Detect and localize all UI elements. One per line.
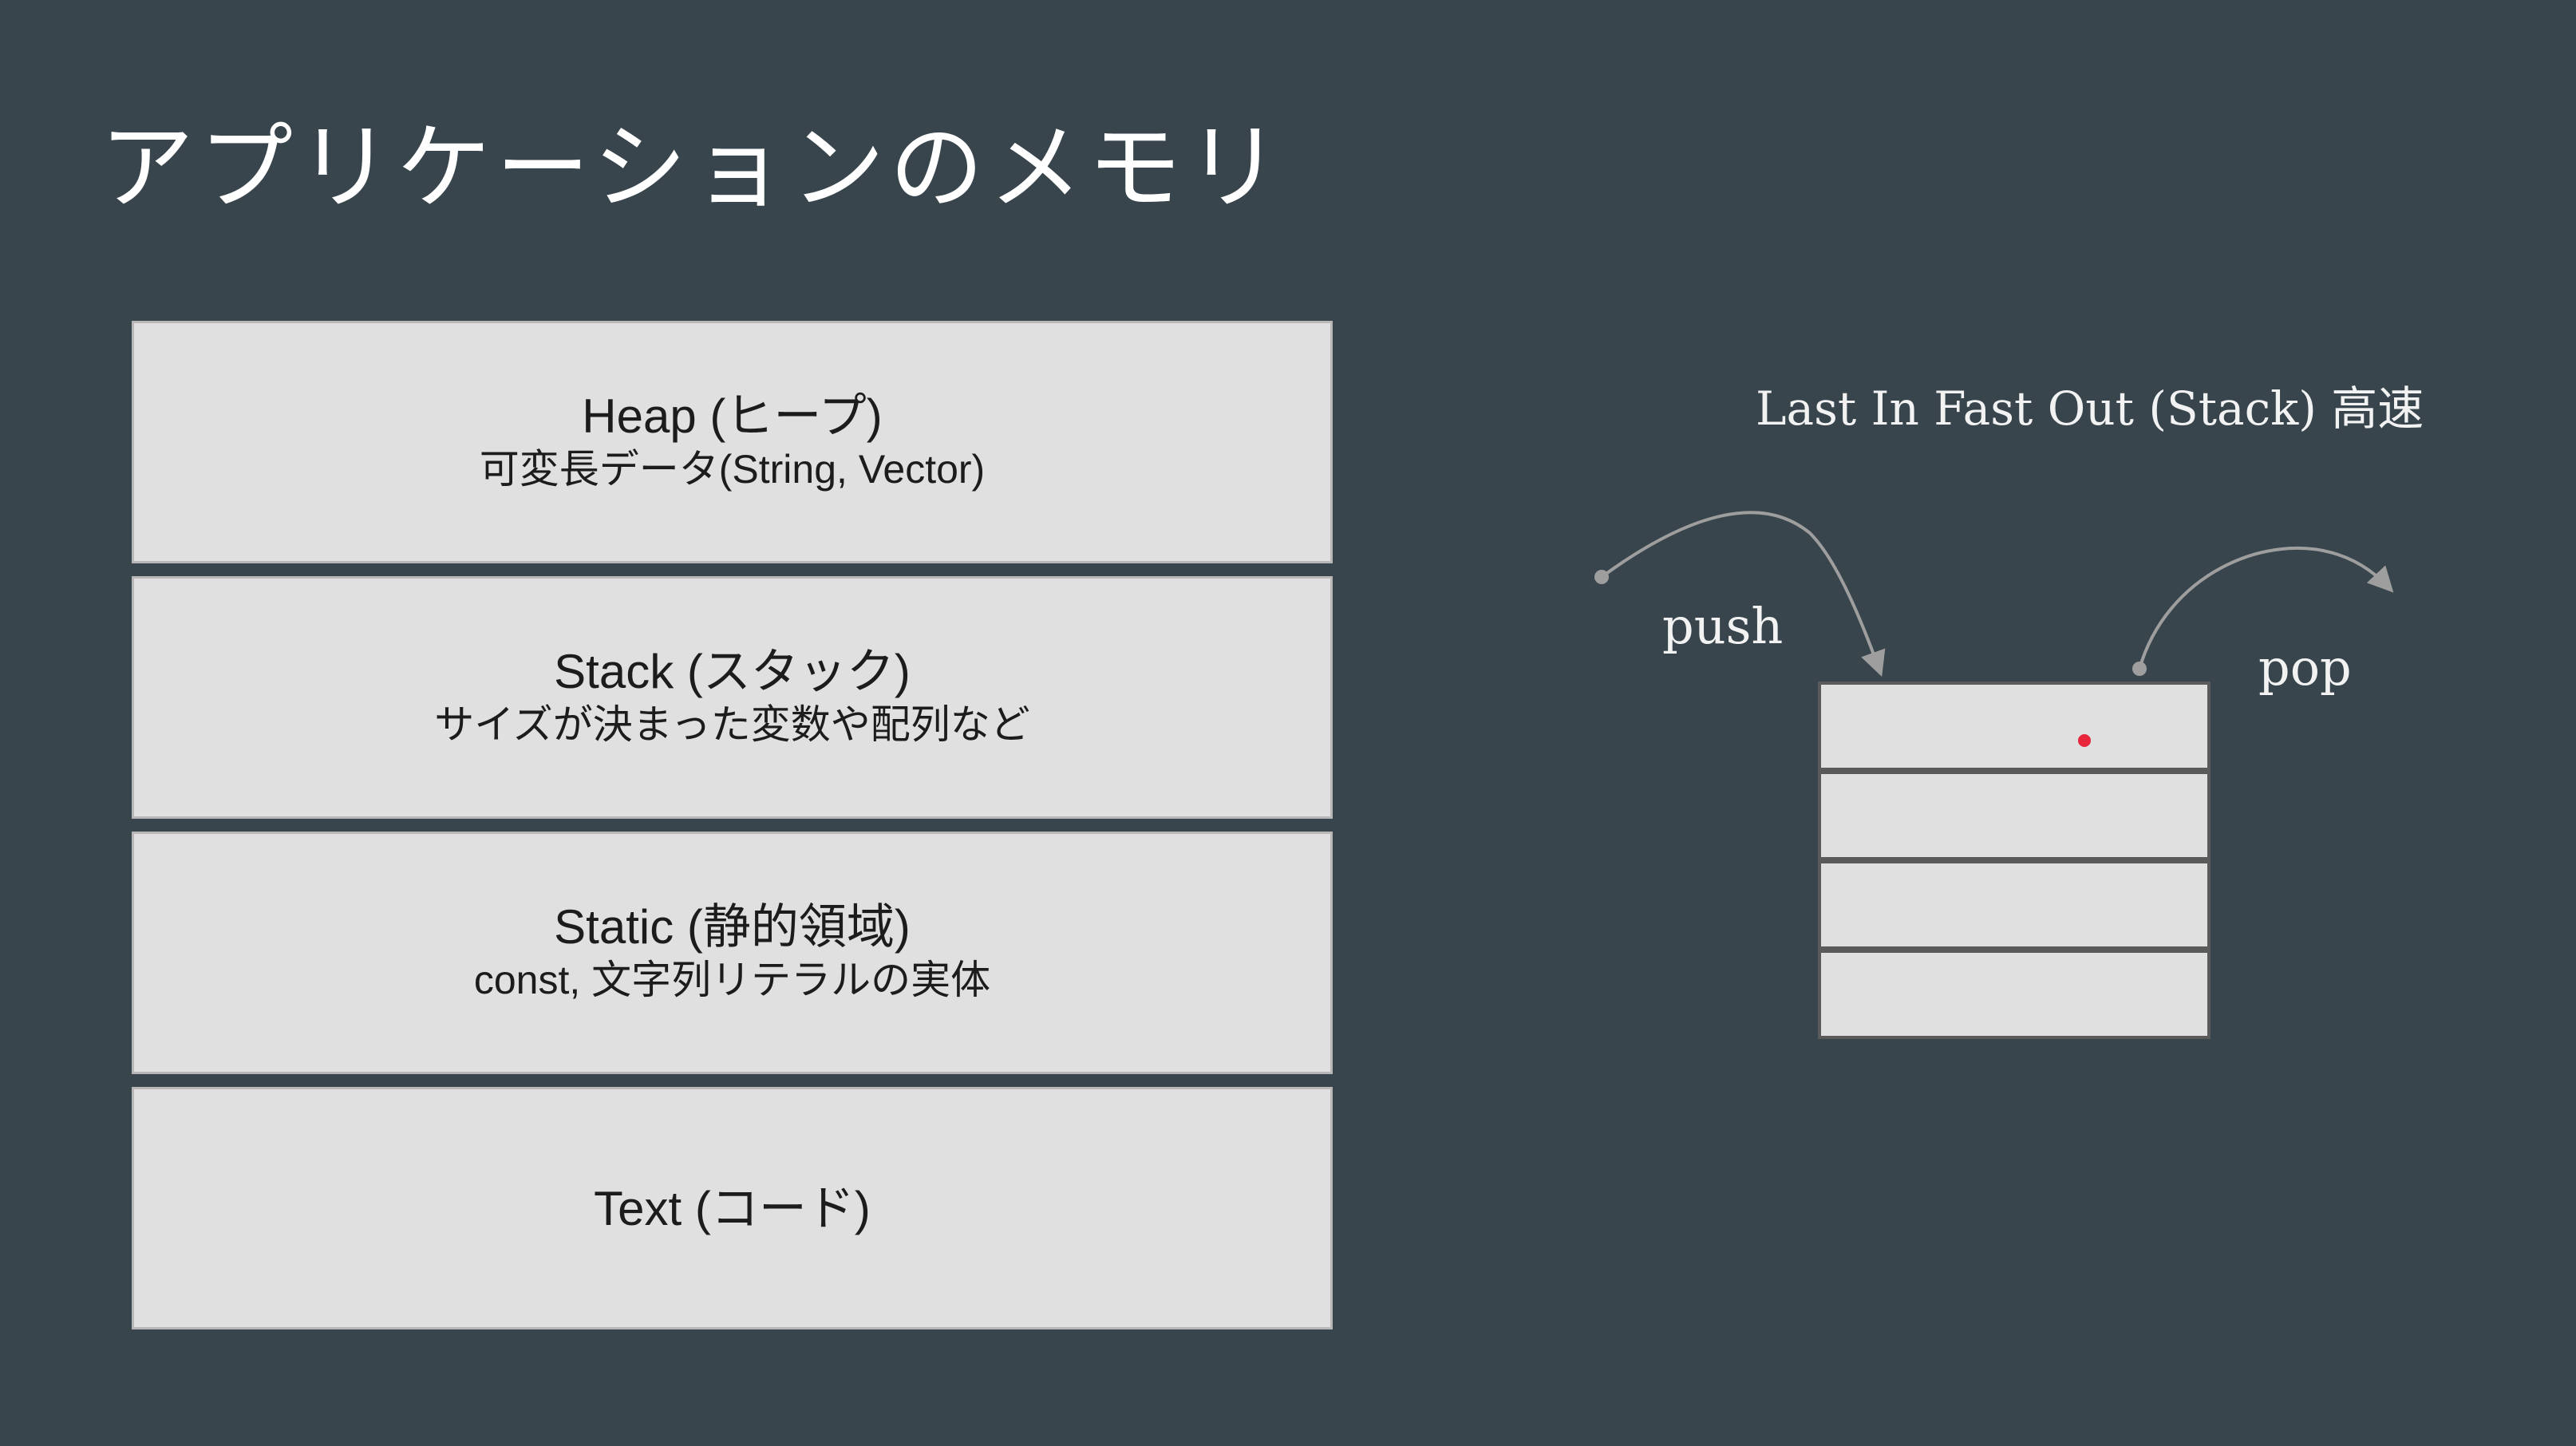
slide: アプリケーションのメモリ Heap (ヒープ) 可変長データ(String, V… — [0, 0, 2576, 1446]
push-pop-arrows — [1594, 511, 2394, 678]
pop-label: pop — [2258, 638, 2352, 697]
push-label: push — [1662, 597, 1784, 655]
